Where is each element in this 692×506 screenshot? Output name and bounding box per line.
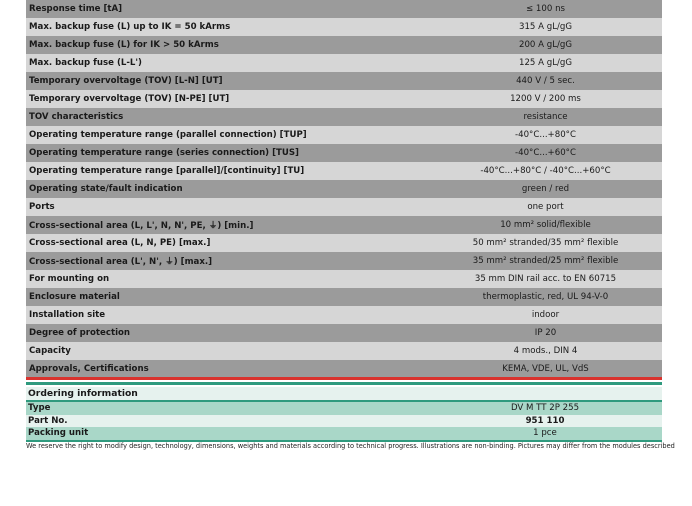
spec-value: 315 A gL/gG <box>519 22 572 32</box>
spec-value: ≤ 100 ns <box>526 4 565 14</box>
spec-row: Max. backup fuse (L) up to IK = 50 kArms… <box>26 18 662 36</box>
ordering-value: 1 pce <box>533 428 557 439</box>
spec-value: 200 A gL/gG <box>519 40 572 50</box>
spec-row: Temporary overvoltage (TOV) [N-PE] [UT] 1… <box>26 90 662 108</box>
spec-row: Operating temperature range (series conn… <box>26 144 662 162</box>
spec-value: 4 mods., DIN 4 <box>513 346 578 356</box>
spec-row: Enclosure material thermoplastic, red, UL… <box>26 288 662 306</box>
spec-value: -40°C...+60°C <box>515 148 576 158</box>
ordering-value: DV M TT 2P 255 <box>510 403 580 414</box>
spec-label: Operating temperature range [parallel]/[… <box>29 166 305 176</box>
spec-label: Cross-sectional area (L', N', ⏚) [max.] <box>29 257 213 267</box>
spec-value: resistance <box>523 112 568 122</box>
spec-label: Temporary overvoltage (TOV) [L-N] [UT] <box>29 76 223 86</box>
spec-label: Max. backup fuse (L-L') <box>29 58 142 68</box>
spec-label: Operating state/fault indication <box>29 184 183 194</box>
spec-value: 10 mm² solid/flexible <box>500 220 591 230</box>
spec-value: -40°C...+80°C / -40°C...+60°C <box>480 166 611 176</box>
ordering-row-part-no: Part No. 951 110 <box>26 414 662 427</box>
spec-value: 1200 V / 200 ms <box>510 94 581 104</box>
spec-row: Ports one port <box>26 198 662 216</box>
spec-label: Ports <box>29 202 55 212</box>
section-divider <box>26 377 662 385</box>
spec-row: Installation site indoor <box>26 306 662 324</box>
spec-label: Approvals, Certifications <box>29 364 149 374</box>
spec-label: Enclosure material <box>29 292 120 302</box>
spec-row: Operating temperature range (parallel co… <box>26 126 662 144</box>
spec-label: Cross-sectional area (L, L', N, N', PE, … <box>29 221 254 231</box>
ordering-label: Type <box>28 403 51 414</box>
spec-value: KEMA, VDE, UL, VdS <box>502 364 589 374</box>
spec-row: Cross-sectional area (L, L', N, N', PE, … <box>26 216 662 234</box>
spec-label: Operating temperature range (parallel co… <box>29 130 307 140</box>
spec-value: one port <box>527 202 564 212</box>
spec-label: For mounting on <box>29 274 110 284</box>
ordering-label: Packing unit <box>28 428 89 439</box>
spec-value: indoor <box>531 310 560 320</box>
spec-value: green / red <box>521 184 570 194</box>
spec-value: IP 20 <box>534 328 557 338</box>
ordering-table: Ordering information Type DV M TT 2P 255… <box>26 387 662 442</box>
spec-label: Response time [tA] <box>29 4 123 14</box>
spec-row: Max. backup fuse (L-L') 125 A gL/gG <box>26 54 662 72</box>
spec-label: Cross-sectional area (L, N, PE) [max.] <box>29 238 211 248</box>
spec-row: Operating temperature range [parallel]/[… <box>26 162 662 180</box>
spec-value: -40°C...+80°C <box>515 130 576 140</box>
specifications-table: Response time [tA] ≤ 100 ns Max. backup fu… <box>26 0 662 378</box>
spec-row: Cross-sectional area (L, N, PE) [max.] 50… <box>26 234 662 252</box>
spec-label: Temporary overvoltage (TOV) [N-PE] [UT] <box>29 94 230 104</box>
spec-row: Degree of protection IP 20 <box>26 324 662 342</box>
spec-row: Operating state/fault indication green / … <box>26 180 662 198</box>
ordering-title-row: Ordering information <box>26 387 662 400</box>
disclaimer-text: We reserve the right to modify design, t… <box>26 442 675 450</box>
spec-value: 35 mm DIN rail acc. to EN 60715 <box>474 274 617 284</box>
spec-value: thermoplastic, red, UL 94-V-0 <box>482 292 609 302</box>
spec-value: 440 V / 5 sec. <box>516 76 575 86</box>
spec-value: 35 mm² stranded/25 mm² flexible <box>472 256 619 266</box>
ordering-row-type: Type DV M TT 2P 255 <box>26 402 662 415</box>
spec-row: TOV characteristics resistance <box>26 108 662 126</box>
spec-row: Temporary overvoltage (TOV) [L-N] [UT] 44… <box>26 72 662 90</box>
spec-label: Capacity <box>29 346 71 356</box>
ordering-title: Ordering information <box>28 388 138 399</box>
spec-row: Max. backup fuse (L) for IK > 50 kArms 20… <box>26 36 662 54</box>
spec-row: Cross-sectional area (L', N', ⏚) [max.] 3… <box>26 252 662 270</box>
spec-label: TOV characteristics <box>29 112 124 122</box>
spec-label: Degree of protection <box>29 328 131 338</box>
ordering-value: 951 110 <box>525 415 565 426</box>
spec-row: Approvals, Certifications KEMA, VDE, UL, … <box>26 360 662 378</box>
spec-row: Response time [tA] ≤ 100 ns <box>26 0 662 18</box>
ordering-label: Part No. <box>28 415 68 426</box>
spec-row: Capacity 4 mods., DIN 4 <box>26 342 662 360</box>
ordering-row-packing-unit: Packing unit 1 pce <box>26 427 662 440</box>
spec-value: 125 A gL/gG <box>519 58 572 68</box>
spec-label: Max. backup fuse (L) up to IK = 50 kArms <box>29 22 231 32</box>
spec-label: Max. backup fuse (L) for IK > 50 kArms <box>29 40 219 50</box>
spec-row: For mounting on 35 mm DIN rail acc. to EN… <box>26 270 662 288</box>
spec-label: Operating temperature range (series conn… <box>29 148 299 158</box>
spec-value: 50 mm² stranded/35 mm² flexible <box>472 238 619 248</box>
spec-label: Installation site <box>29 310 106 320</box>
